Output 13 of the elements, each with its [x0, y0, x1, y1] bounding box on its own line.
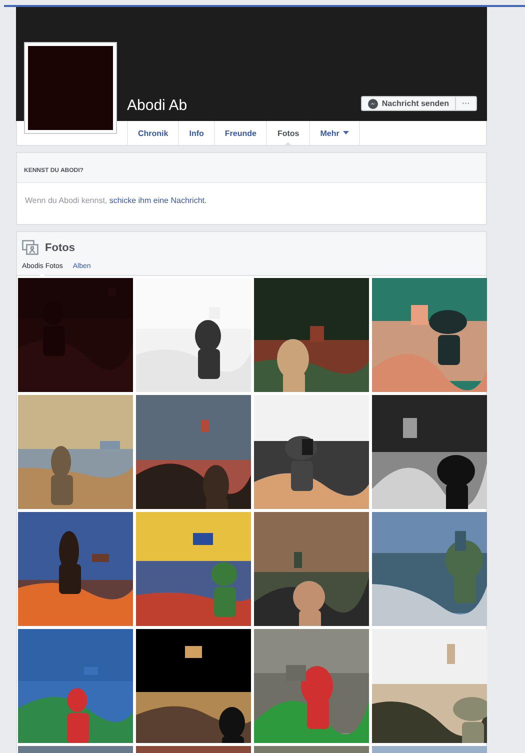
- profile-tab[interactable]: Mehr: [309, 121, 360, 145]
- caret-icon: [343, 131, 350, 135]
- prompt-text: Wenn du Abodi kennst, schicke ihm eine Nachricht.: [25, 196, 207, 205]
- profile-tab[interactable]: Fotos: [266, 121, 310, 145]
- messenger-icon: [368, 98, 378, 108]
- profile-tab[interactable]: Chronik: [127, 121, 178, 145]
- profile-name: Abodi Ab: [127, 97, 188, 114]
- photos-icon: [22, 240, 39, 255]
- message-link[interactable]: schicke ihm eine Nachricht.: [109, 196, 207, 205]
- profile-tab[interactable]: Info: [178, 121, 214, 145]
- send-message-button[interactable]: Nachricht senden: [360, 96, 456, 111]
- profile-tab[interactable]: Freunde: [214, 121, 266, 145]
- section-title: Fotos: [45, 242, 75, 254]
